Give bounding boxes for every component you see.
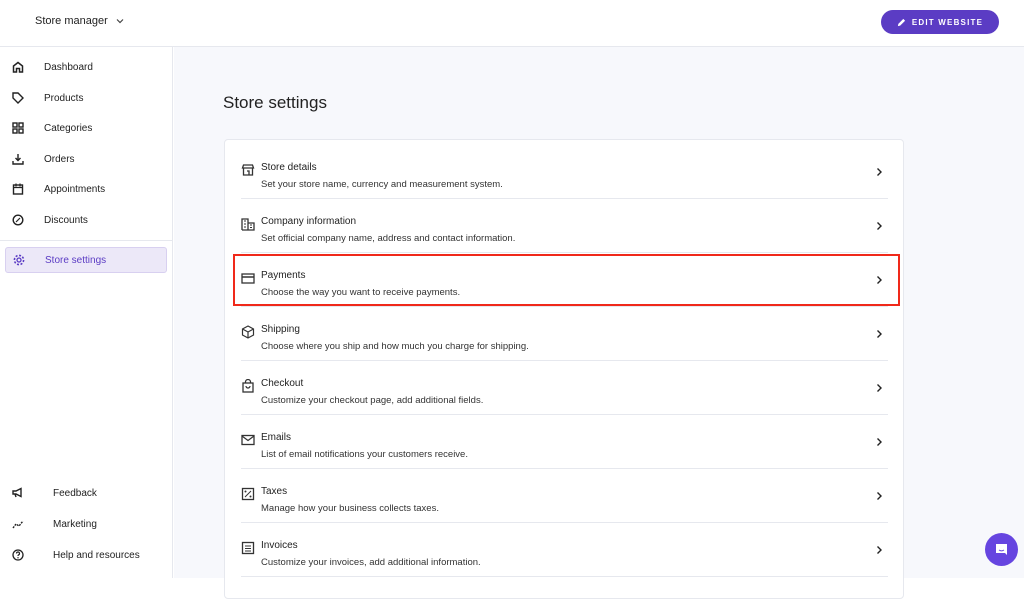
- sidebar-item-categories[interactable]: Categories: [0, 114, 173, 142]
- row-title: Taxes: [261, 486, 287, 497]
- megaphone-icon: [11, 486, 25, 500]
- sidebar-item-help[interactable]: Help and resources: [0, 541, 173, 569]
- sidebar-item-label: Orders: [44, 154, 75, 165]
- sidebar-item-label: Feedback: [53, 488, 97, 499]
- help-icon: [11, 548, 25, 562]
- row-title: Store details: [261, 162, 317, 173]
- invoice-icon: [241, 541, 255, 555]
- percent-icon: [241, 487, 255, 501]
- row-title: Checkout: [261, 378, 303, 389]
- settings-row-checkout[interactable]: Checkout Customize your checkout page, a…: [241, 361, 888, 415]
- row-description: Choose the way you want to receive payme…: [261, 287, 460, 298]
- chevron-right-icon: [874, 221, 884, 231]
- chevron-right-icon: [874, 167, 884, 177]
- store-selector[interactable]: Store manager: [35, 15, 124, 27]
- row-title: Shipping: [261, 324, 300, 335]
- store-icon: [241, 163, 255, 177]
- row-description: Customize your checkout page, add additi…: [261, 395, 483, 406]
- row-description: Set official company name, address and c…: [261, 233, 515, 244]
- home-icon: [11, 60, 25, 74]
- settings-row-shipping[interactable]: Shipping Choose where you ship and how m…: [241, 307, 888, 361]
- settings-row-taxes[interactable]: Taxes Manage how your business collects …: [241, 469, 888, 523]
- sidebar-item-label: Discounts: [44, 215, 88, 226]
- sidebar-item-feedback[interactable]: Feedback: [0, 479, 173, 507]
- edit-website-label: EDIT WEBSITE: [912, 18, 983, 27]
- sidebar-item-store-settings[interactable]: Store settings: [5, 247, 167, 273]
- discount-icon: [11, 213, 25, 227]
- mail-icon: [241, 433, 255, 447]
- tag-icon: [11, 91, 25, 105]
- settings-list: Store details Set your store name, curre…: [224, 139, 904, 599]
- chevron-right-icon: [874, 329, 884, 339]
- grid-icon: [11, 121, 25, 135]
- sidebar-item-label: Categories: [44, 123, 92, 134]
- pencil-icon: [897, 18, 906, 27]
- settings-row-emails[interactable]: Emails List of email notifications your …: [241, 415, 888, 469]
- page-title: Store settings: [223, 93, 327, 113]
- edit-website-button[interactable]: EDIT WEBSITE: [881, 10, 999, 34]
- chevron-down-icon: [116, 18, 124, 24]
- store-selector-label: Store manager: [35, 15, 108, 27]
- sidebar-item-orders[interactable]: Orders: [0, 145, 173, 173]
- row-title: Invoices: [261, 540, 298, 551]
- sidebar-item-label: Products: [44, 93, 83, 104]
- calendar-icon: [11, 182, 25, 196]
- settings-row-payments[interactable]: Payments Choose the way you want to rece…: [241, 253, 888, 307]
- row-title: Company information: [261, 216, 356, 227]
- sidebar-item-label: Appointments: [44, 184, 105, 195]
- row-title: Emails: [261, 432, 291, 443]
- chevron-right-icon: [874, 383, 884, 393]
- sidebar-item-label: Dashboard: [44, 62, 93, 73]
- bag-icon: [241, 379, 255, 393]
- sidebar-item-label: Store settings: [45, 255, 106, 266]
- sidebar-item-appointments[interactable]: Appointments: [0, 175, 173, 203]
- main-content: Store settings Store details Set your st…: [174, 47, 1024, 578]
- sidebar: Dashboard Products Categories Orders App…: [0, 47, 173, 578]
- building-icon: [241, 217, 255, 231]
- settings-row-company-information[interactable]: Company information Set official company…: [241, 199, 888, 253]
- download-icon: [11, 152, 25, 166]
- settings-row-store-details[interactable]: Store details Set your store name, curre…: [241, 145, 888, 199]
- sidebar-item-label: Marketing: [53, 519, 97, 530]
- chevron-right-icon: [874, 545, 884, 555]
- row-description: Manage how your business collects taxes.: [261, 503, 439, 514]
- chat-button[interactable]: [985, 533, 1018, 566]
- top-bar: Store manager EDIT WEBSITE: [0, 0, 1024, 47]
- chat-icon: [994, 542, 1009, 557]
- sidebar-divider: [0, 240, 173, 241]
- sidebar-item-marketing[interactable]: Marketing: [0, 510, 173, 538]
- chevron-right-icon: [874, 491, 884, 501]
- row-title: Payments: [261, 270, 305, 281]
- row-description: List of email notifications your custome…: [261, 449, 468, 460]
- sidebar-item-products[interactable]: Products: [0, 84, 173, 112]
- gear-icon: [12, 253, 26, 267]
- chevron-right-icon: [874, 275, 884, 285]
- sidebar-item-dashboard[interactable]: Dashboard: [0, 53, 173, 81]
- settings-row-invoices[interactable]: Invoices Customize your invoices, add ad…: [241, 523, 888, 577]
- credit-card-icon: [241, 271, 255, 285]
- row-description: Customize your invoices, add additional …: [261, 557, 481, 568]
- row-description: Set your store name, currency and measur…: [261, 179, 503, 190]
- sidebar-item-label: Help and resources: [53, 550, 140, 561]
- sidebar-item-discounts[interactable]: Discounts: [0, 206, 173, 234]
- row-description: Choose where you ship and how much you c…: [261, 341, 529, 352]
- box-icon: [241, 325, 255, 339]
- trend-icon: [11, 517, 25, 531]
- chevron-right-icon: [874, 437, 884, 447]
